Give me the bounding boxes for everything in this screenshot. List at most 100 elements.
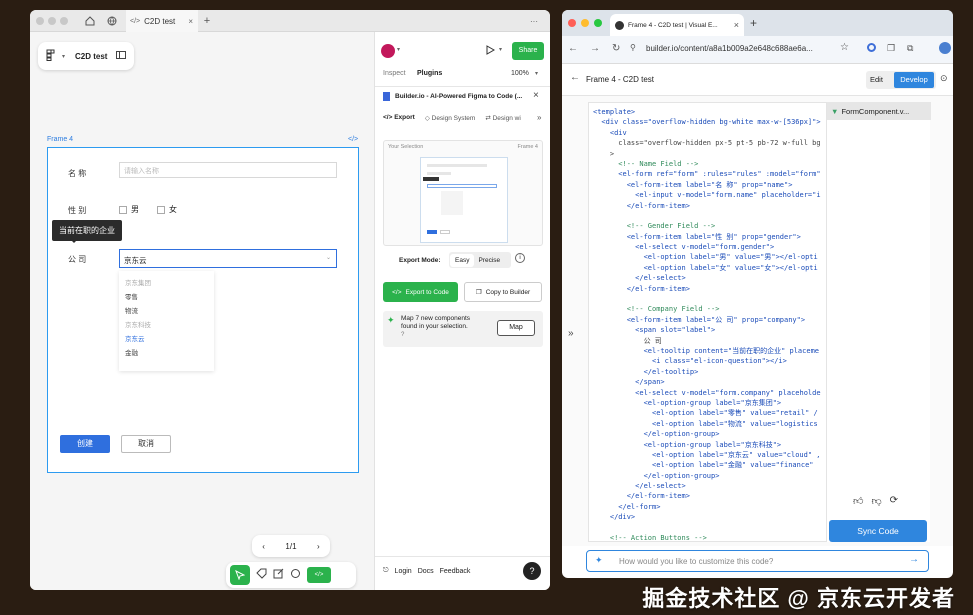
reload-icon[interactable]: ↻ (612, 43, 620, 54)
maximize-dot-icon[interactable] (594, 19, 602, 27)
edit-icon[interactable] (273, 568, 284, 582)
close-dot-icon[interactable] (36, 17, 44, 25)
dropdown-option[interactable]: 金融 (119, 347, 214, 361)
code-line: <el-form-item label="性 别" prop="gender"> (593, 232, 801, 241)
tab-plugins[interactable]: Plugins (417, 70, 442, 77)
move-tool-icon[interactable] (230, 565, 250, 585)
new-tab-icon[interactable]: + (750, 16, 757, 30)
sync-code-button[interactable]: Sync Code (829, 520, 927, 542)
extension-icon[interactable] (867, 43, 876, 52)
forward-arrow-icon[interactable]: → (590, 43, 600, 54)
chevron-down-icon[interactable]: ▾ (397, 46, 400, 53)
file-name[interactable]: C2D test (75, 52, 107, 61)
maximize-dot-icon[interactable] (60, 17, 68, 25)
tab-c2d-test[interactable]: </> C2D test × (126, 10, 198, 32)
create-button[interactable]: 创建 (60, 435, 110, 453)
site-settings-icon[interactable]: ⚲ (630, 43, 636, 52)
dev-mode-toggle-icon[interactable]: </> (307, 567, 331, 583)
dropdown-option[interactable]: 零售 (119, 291, 214, 305)
chat-icon[interactable] (290, 568, 301, 582)
regenerate-icon[interactable]: ⟳ (890, 495, 898, 507)
thumbs-up-icon[interactable]: 👍︎ (853, 495, 863, 507)
tooltip-arrow (70, 239, 78, 243)
frame-label[interactable]: Frame 4 (47, 136, 73, 143)
feedback-link[interactable]: Feedback (440, 568, 471, 575)
globe-icon[interactable] (102, 10, 122, 32)
builder-header: ← Frame 4 - C2D test Edit Develop ⊙ (562, 64, 953, 96)
send-arrow-icon[interactable]: → (909, 554, 919, 565)
comment-tag-icon[interactable] (256, 568, 267, 582)
minimize-dot-icon[interactable] (48, 17, 56, 25)
dropdown-option-selected[interactable]: 京东云 (119, 333, 214, 347)
prompt-box[interactable]: ✦ How would you like to customize this c… (586, 550, 929, 572)
edit-button[interactable]: Edit (870, 75, 883, 84)
address-bar[interactable]: builder.io/content/a8a1b009a2e648c688ae6… (646, 44, 836, 53)
zoom-level[interactable]: 100% (511, 70, 529, 77)
code-editor[interactable]: <template> <div class="overflow-hidden b… (588, 102, 828, 542)
tab-design-system[interactable]: ◇ Design System (425, 114, 476, 122)
figma-canvas[interactable]: ▾ C2D test Frame 4 </> 名 称 请输入名称 性 别 男 女… (30, 32, 374, 590)
share-button[interactable]: Share (512, 42, 544, 60)
home-icon[interactable] (80, 10, 100, 32)
close-icon[interactable]: × (188, 17, 193, 26)
login-link[interactable]: Login (395, 568, 412, 575)
develop-button[interactable]: Develop (894, 72, 934, 88)
close-dot-icon[interactable] (568, 19, 576, 27)
company-select[interactable]: 京东云 ⌄ (119, 249, 337, 268)
copy-icon[interactable]: ❐ (887, 43, 895, 54)
tab-export[interactable]: </> Export (383, 114, 415, 122)
question-icon[interactable]: ? (401, 332, 404, 338)
chevron-left-icon[interactable]: ‹ (262, 542, 265, 551)
file-tab[interactable]: ▼ FormComponent.v... (827, 102, 931, 120)
login-icon: ⎋ (383, 567, 389, 574)
mode-precise-option[interactable]: Precise (474, 254, 504, 267)
cancel-button[interactable]: 取消 (121, 435, 171, 453)
chevron-right-icon[interactable]: » (537, 113, 541, 122)
copy-to-builder-button[interactable]: ❐ Copy to Builder (464, 282, 542, 302)
dropdown-option[interactable]: 物流 (119, 305, 214, 319)
name-input[interactable]: 请输入名称 (119, 162, 337, 178)
thumbs-down-icon[interactable]: 👎︎ (871, 495, 881, 507)
thumb-line (427, 164, 487, 167)
toggle-panel-icon[interactable]: ⊙ (940, 73, 948, 84)
map-button[interactable]: Map (497, 320, 535, 336)
back-arrow-icon[interactable]: ← (568, 43, 578, 54)
export-to-code-button[interactable]: </> Export to Code (383, 282, 458, 302)
more-icon[interactable]: ··· (530, 10, 546, 32)
tab-export-label: Export (394, 114, 415, 121)
back-arrow-icon[interactable]: ← (570, 72, 580, 83)
male-checkbox[interactable] (119, 205, 127, 214)
frame-code-icon[interactable]: </> (348, 136, 358, 143)
mode-easy-option[interactable]: Easy (450, 253, 475, 267)
chevron-down-icon[interactable]: ▾ (62, 53, 65, 60)
profile-avatar[interactable] (939, 42, 951, 54)
gender-radio-group: 男 女 (119, 204, 177, 215)
help-button[interactable]: ? (523, 562, 541, 580)
play-icon[interactable] (485, 45, 496, 58)
tab-inspect[interactable]: Inspect (383, 70, 406, 77)
tab-design-wi[interactable]: ⇄ Design wi (485, 114, 520, 122)
window-controls[interactable] (36, 17, 68, 25)
close-icon[interactable]: × (533, 90, 539, 101)
chevron-right-icon[interactable]: › (317, 542, 320, 551)
window-controls[interactable] (568, 19, 602, 27)
avatar[interactable] (381, 44, 395, 58)
expand-panel-icon[interactable]: » (568, 328, 574, 339)
puzzle-icon[interactable]: ⧉ (907, 43, 913, 54)
browser-tab[interactable]: Frame 4 - C2D test | Visual E... × (610, 14, 744, 36)
bookmark-star-icon[interactable]: ☆ (840, 42, 849, 53)
docs-link[interactable]: Docs (418, 568, 434, 575)
figma-menu-icon[interactable] (46, 49, 56, 64)
chevron-down-icon[interactable]: ▾ (499, 46, 502, 53)
chevron-down-icon[interactable]: ▾ (535, 70, 538, 77)
sidebar-toggle-icon[interactable] (116, 50, 126, 62)
design-frame[interactable]: 名 称 请输入名称 性 别 男 女 当前在职的企业 公 司 京东云 ⌄ 京东集团… (47, 147, 359, 473)
new-tab-icon[interactable]: + (200, 10, 214, 32)
minimize-dot-icon[interactable] (581, 19, 589, 27)
female-checkbox[interactable] (157, 205, 165, 214)
info-icon[interactable]: i (515, 253, 525, 263)
close-icon[interactable]: × (734, 20, 739, 30)
prompt-input[interactable]: How would you like to customize this cod… (619, 557, 773, 566)
female-label: 女 (169, 205, 177, 214)
